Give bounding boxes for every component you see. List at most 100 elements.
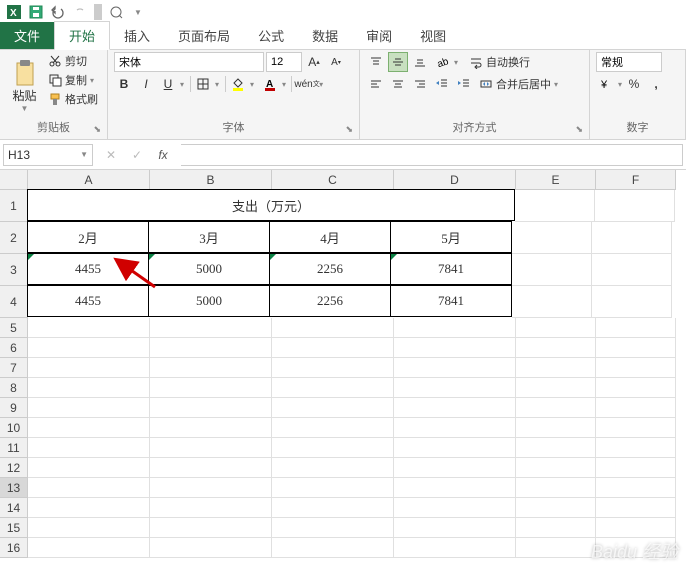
- cell[interactable]: [272, 418, 394, 438]
- header-cell[interactable]: 5月: [390, 221, 512, 253]
- decrease-font-icon[interactable]: A▾: [326, 52, 346, 72]
- cell[interactable]: [592, 254, 672, 286]
- cell[interactable]: [512, 286, 592, 318]
- row-header[interactable]: 7: [0, 358, 28, 378]
- increase-indent-icon[interactable]: [454, 74, 474, 94]
- header-cell[interactable]: 3月: [148, 221, 270, 253]
- cell[interactable]: [596, 418, 676, 438]
- data-cell[interactable]: 5000: [148, 253, 270, 285]
- cell[interactable]: [150, 358, 272, 378]
- cell[interactable]: [512, 222, 592, 254]
- cell[interactable]: [596, 478, 676, 498]
- cell[interactable]: [515, 190, 595, 222]
- cell[interactable]: [28, 418, 150, 438]
- data-cell[interactable]: 7841: [390, 285, 512, 317]
- cell[interactable]: [272, 538, 394, 558]
- cell[interactable]: [28, 498, 150, 518]
- cell[interactable]: [150, 458, 272, 478]
- cell[interactable]: [516, 398, 596, 418]
- align-bottom-icon[interactable]: [410, 52, 430, 72]
- data-cell[interactable]: 4455: [27, 285, 149, 317]
- cell[interactable]: [272, 498, 394, 518]
- border-button[interactable]: [193, 74, 213, 94]
- cell[interactable]: [596, 538, 676, 558]
- number-format-select[interactable]: [596, 52, 662, 72]
- align-left-icon[interactable]: [366, 74, 386, 94]
- redo-icon[interactable]: [70, 2, 90, 22]
- save-icon[interactable]: [26, 2, 46, 22]
- cell[interactable]: [28, 378, 150, 398]
- row-header[interactable]: 2: [0, 222, 28, 254]
- tab-home[interactable]: 开始: [54, 21, 110, 50]
- row-header[interactable]: 9: [0, 398, 28, 418]
- cell[interactable]: [596, 518, 676, 538]
- cell[interactable]: [394, 378, 516, 398]
- name-box[interactable]: H13 ▼: [3, 144, 93, 166]
- cell[interactable]: [516, 338, 596, 358]
- cell[interactable]: [28, 438, 150, 458]
- column-header[interactable]: A: [28, 170, 150, 190]
- column-header[interactable]: B: [150, 170, 272, 190]
- cell[interactable]: [272, 458, 394, 478]
- chevron-down-icon[interactable]: ▼: [80, 150, 88, 159]
- header-cell[interactable]: 4月: [269, 221, 391, 253]
- fill-color-button[interactable]: [228, 74, 248, 94]
- percent-icon[interactable]: %: [624, 74, 644, 94]
- cell[interactable]: [516, 538, 596, 558]
- phonetic-button[interactable]: wén文: [297, 74, 317, 94]
- tab-file[interactable]: 文件: [0, 22, 54, 49]
- increase-font-icon[interactable]: A▴: [304, 52, 324, 72]
- cell[interactable]: [28, 518, 150, 538]
- data-cell[interactable]: 7841: [390, 253, 512, 285]
- row-header[interactable]: 3: [0, 254, 28, 286]
- copy-button[interactable]: 复制▾: [45, 71, 101, 89]
- italic-button[interactable]: I: [136, 74, 156, 94]
- cell[interactable]: [272, 358, 394, 378]
- cell[interactable]: [150, 478, 272, 498]
- align-right-icon[interactable]: [410, 74, 430, 94]
- row-header[interactable]: 13: [0, 478, 28, 498]
- cell[interactable]: [592, 286, 672, 318]
- cell[interactable]: [595, 190, 675, 222]
- orientation-icon[interactable]: ab: [432, 52, 452, 72]
- cell[interactable]: [150, 318, 272, 338]
- header-cell[interactable]: 2月: [27, 221, 149, 253]
- cell[interactable]: [28, 478, 150, 498]
- font-size-select[interactable]: [266, 52, 302, 72]
- cell[interactable]: [596, 338, 676, 358]
- cell[interactable]: [596, 458, 676, 478]
- data-cell[interactable]: 5000: [148, 285, 270, 317]
- align-center-icon[interactable]: [388, 74, 408, 94]
- cell[interactable]: [596, 318, 676, 338]
- cell[interactable]: [272, 378, 394, 398]
- cell[interactable]: [512, 254, 592, 286]
- currency-icon[interactable]: ¥: [596, 74, 616, 94]
- cell[interactable]: [516, 438, 596, 458]
- row-header[interactable]: 5: [0, 318, 28, 338]
- cell[interactable]: [592, 222, 672, 254]
- data-cell[interactable]: 2256: [269, 253, 391, 285]
- cell[interactable]: [516, 318, 596, 338]
- cell[interactable]: [596, 498, 676, 518]
- cell[interactable]: [394, 478, 516, 498]
- cell[interactable]: [150, 338, 272, 358]
- cell[interactable]: [28, 398, 150, 418]
- cell[interactable]: [272, 398, 394, 418]
- row-header[interactable]: 6: [0, 338, 28, 358]
- comma-icon[interactable]: ,: [646, 74, 666, 94]
- cell[interactable]: [394, 398, 516, 418]
- wrap-text-button[interactable]: 自动换行: [466, 53, 533, 71]
- cell[interactable]: [596, 358, 676, 378]
- fx-icon[interactable]: fx: [151, 144, 175, 166]
- font-name-select[interactable]: [114, 52, 264, 72]
- row-header[interactable]: 1: [0, 190, 28, 222]
- formula-input[interactable]: [181, 144, 683, 166]
- format-painter-button[interactable]: 格式刷: [45, 90, 101, 108]
- alignment-launcher-icon[interactable]: ⬊: [575, 124, 583, 135]
- cell[interactable]: [272, 438, 394, 458]
- cell[interactable]: [394, 418, 516, 438]
- cell[interactable]: [516, 418, 596, 438]
- column-header[interactable]: F: [596, 170, 676, 190]
- row-header[interactable]: 11: [0, 438, 28, 458]
- cell[interactable]: [394, 338, 516, 358]
